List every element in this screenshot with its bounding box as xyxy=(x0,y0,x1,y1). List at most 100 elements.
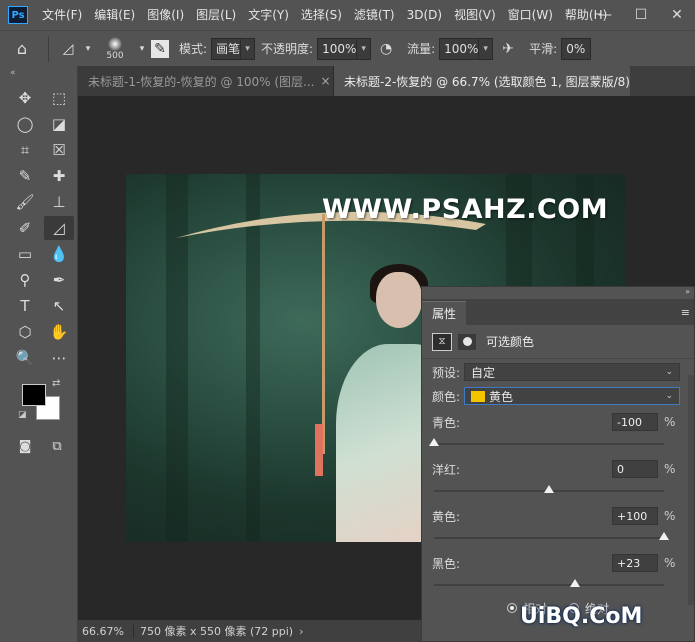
adjustment-header: ⧖ 可选颜色 xyxy=(422,325,694,359)
panel-tab-bar: 属性 ≡ xyxy=(422,299,694,325)
document-tabs: 未标题-1-恢复的-恢复的 @ 100% (图层... × 未标题-2-恢复的 … xyxy=(78,66,695,96)
menu-image[interactable]: 图像(I) xyxy=(141,0,190,30)
collapse-icon[interactable]: » xyxy=(685,287,690,299)
menu-window[interactable]: 窗口(W) xyxy=(502,0,559,30)
quick-mask-icon[interactable]: ◙ xyxy=(14,434,36,458)
gradient-tool-icon[interactable]: ▭ xyxy=(10,242,40,266)
crop-tool-icon[interactable]: ⌗ xyxy=(10,138,40,162)
slider-thumb[interactable] xyxy=(570,579,581,587)
menu-layer[interactable]: 图层(L) xyxy=(190,0,242,30)
slider-label: 黄色: xyxy=(432,509,461,524)
eyedropper-tool-icon[interactable]: ✎ xyxy=(10,164,40,188)
menu-type[interactable]: 文字(Y) xyxy=(242,0,295,30)
minimize-button[interactable]: — xyxy=(587,0,623,30)
chevron-down-icon[interactable]: ▾ xyxy=(83,38,93,60)
cyan-input[interactable]: -100 xyxy=(612,413,658,431)
panel-scrollbar[interactable] xyxy=(688,375,694,605)
menu-3d[interactable]: 3D(D) xyxy=(401,0,448,30)
marquee-tool-icon[interactable]: ⬚ xyxy=(44,86,74,110)
close-button[interactable]: ✕ xyxy=(659,0,695,30)
blur-tool-icon[interactable]: 💧 xyxy=(44,242,74,266)
dodge-tool-icon[interactable]: ⚲ xyxy=(10,268,40,292)
menu-file[interactable]: 文件(F) xyxy=(36,0,88,30)
black-input[interactable]: +23 xyxy=(612,554,658,572)
photoshop-window: Ps 文件(F) 编辑(E) 图像(I) 图层(L) 文字(Y) 选择(S) 滤… xyxy=(0,0,695,642)
chevron-down-icon[interactable]: ▾ xyxy=(241,37,256,60)
more-tools-icon[interactable]: ⋯ xyxy=(44,346,74,370)
tool-grid: ✥ ⬚ ◯ ◪ ⌗ ☒ ✎ ✚ 🖌 ⊥ ✐ ◿ ▭ 💧 ⚲ ✒ T ↖ ⬡ ✋ … xyxy=(0,80,77,370)
healing-brush-tool-icon[interactable]: ✚ xyxy=(44,164,74,188)
clone-stamp-tool-icon[interactable]: ⊥ xyxy=(44,190,74,214)
foreground-color[interactable] xyxy=(22,384,46,406)
document-info: 750 像素 x 550 像素 (72 ppi) xyxy=(140,625,294,638)
history-brush-tool-icon[interactable]: ✐ xyxy=(10,216,40,240)
opacity-input[interactable]: 100% xyxy=(317,37,358,60)
screen-mode-icon[interactable]: ⧉ xyxy=(46,434,68,458)
percent-unit: % xyxy=(664,462,676,476)
color-swatches: ⇄ ◪ xyxy=(14,378,74,428)
menu-edit[interactable]: 编辑(E) xyxy=(88,0,141,30)
layer-mask-icon[interactable] xyxy=(458,333,476,350)
menu-view[interactable]: 视图(V) xyxy=(448,0,502,30)
menu-filter[interactable]: 滤镜(T) xyxy=(348,0,401,30)
airbrush-icon[interactable]: ✈ xyxy=(497,38,519,60)
preset-select[interactable]: 自定 ⌄ xyxy=(464,363,680,381)
eraser-tool-icon[interactable]: ◿ xyxy=(44,216,74,240)
collapse-icon[interactable]: « xyxy=(0,66,77,80)
frame-tool-icon[interactable]: ☒ xyxy=(44,138,74,162)
zoom-level[interactable]: 66.67% xyxy=(78,624,134,638)
tab-document-1[interactable]: 未标题-1-恢复的-恢复的 @ 100% (图层... × xyxy=(78,66,334,96)
close-icon[interactable]: × xyxy=(315,74,331,88)
type-tool-icon[interactable]: T xyxy=(10,294,40,318)
flow-input[interactable]: 100% xyxy=(439,37,480,60)
pen-tool-icon[interactable]: ✒ xyxy=(44,268,74,292)
yellow-input[interactable]: +100 xyxy=(612,507,658,525)
chevron-down-icon[interactable]: ▾ xyxy=(357,37,372,60)
tab-properties[interactable]: 属性 xyxy=(422,301,467,325)
color-select[interactable]: 黄色 ⌄ xyxy=(464,387,680,405)
hand-tool-icon[interactable]: ✋ xyxy=(44,320,74,344)
color-label: 颜色: xyxy=(432,389,461,404)
chevron-down-icon[interactable]: ▾ xyxy=(137,38,147,60)
slider-thumb[interactable] xyxy=(429,438,439,446)
selective-color-icon[interactable]: ⧖ xyxy=(432,332,452,351)
restore-button[interactable]: ☐ xyxy=(623,0,659,30)
properties-panel: » 属性 ≡ ⧖ 可选颜色 预设: 自定 ⌄ 颜色: 黄色 ⌄ 青色: -100… xyxy=(421,286,695,642)
pressure-opacity-icon[interactable]: ◔ xyxy=(375,38,397,60)
lasso-tool-icon[interactable]: ◯ xyxy=(10,112,40,136)
zoom-tool-icon[interactable]: 🔍 xyxy=(10,346,40,370)
slider-label: 黑色: xyxy=(432,556,461,571)
panel-menu-icon[interactable]: ≡ xyxy=(681,306,690,319)
slider-thumb[interactable] xyxy=(659,532,669,540)
color-value: 黄色 xyxy=(489,389,514,404)
quick-select-tool-icon[interactable]: ◪ xyxy=(44,112,74,136)
smoothing-input[interactable]: 0% xyxy=(561,37,592,60)
tab-label: 未标题-2-恢复的 @ 66.7% (选取颜色 1, 图层蒙版/8) * xyxy=(344,74,630,89)
default-colors-icon[interactable]: ◪ xyxy=(18,410,27,420)
chevron-down-icon[interactable]: ▾ xyxy=(479,37,494,60)
eraser-tool-icon[interactable]: ◿ xyxy=(57,38,79,60)
path-selection-tool-icon[interactable]: ↖ xyxy=(44,294,74,318)
flow-label: 流量: xyxy=(407,42,436,56)
magenta-input[interactable]: 0 xyxy=(612,460,658,478)
slider-track[interactable] xyxy=(434,537,664,539)
menu-select[interactable]: 选择(S) xyxy=(295,0,348,30)
home-icon[interactable]: ⌂ xyxy=(0,31,44,67)
slider-label: 青色: xyxy=(432,415,461,430)
slider-track[interactable] xyxy=(434,443,664,445)
percent-unit: % xyxy=(664,556,676,570)
tab-document-2[interactable]: 未标题-2-恢复的 @ 66.7% (选取颜色 1, 图层蒙版/8) * × xyxy=(334,66,630,96)
site-watermark: UiBQ.CoM xyxy=(520,604,643,629)
brush-tool-icon[interactable]: 🖌 xyxy=(10,190,40,214)
shape-tool-icon[interactable]: ⬡ xyxy=(10,320,40,344)
slider-black: 黑色: +23 % xyxy=(422,552,694,595)
swap-colors-icon[interactable]: ⇄ xyxy=(52,378,60,389)
slider-thumb[interactable] xyxy=(544,485,554,493)
options-bar: ⌂ ◿ ▾ 500 ▾ ✎ 模式: 画笔 ▾ 不透明度: 100% ▾ ◔ 流量… xyxy=(0,30,695,66)
slider-track[interactable] xyxy=(434,584,664,586)
chevron-right-icon[interactable]: › xyxy=(299,625,303,638)
brush-preset-picker[interactable]: 500 xyxy=(93,31,137,67)
move-tool-icon[interactable]: ✥ xyxy=(10,86,40,110)
brush-settings-icon[interactable]: ✎ xyxy=(151,39,169,58)
mode-select[interactable]: 画笔 xyxy=(211,37,242,60)
